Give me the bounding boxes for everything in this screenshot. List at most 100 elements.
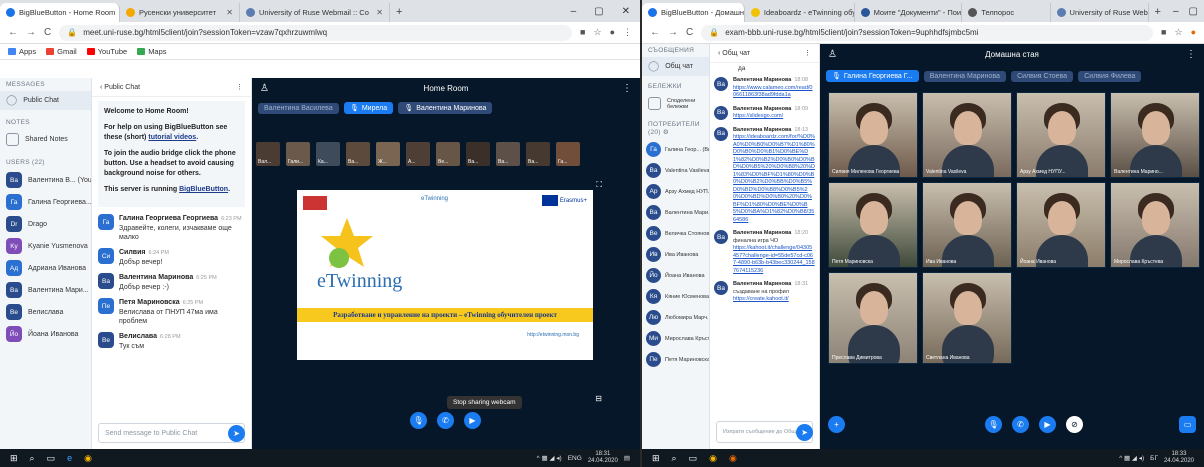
- phone-button[interactable]: ✆: [437, 412, 454, 429]
- webcam-thumbnail[interactable]: Га...: [556, 142, 580, 166]
- task-view-icon[interactable]: ▭: [47, 453, 56, 464]
- chat-input[interactable]: Send message to Public Chat ➤: [98, 423, 245, 443]
- search-icon[interactable]: ⌕: [672, 453, 677, 464]
- user-list-item[interactable]: Ва Валентина Мари...: [642, 202, 709, 223]
- profile-icon[interactable]: ●: [1191, 27, 1196, 38]
- edge-icon[interactable]: e: [67, 453, 72, 463]
- settings-gear-icon[interactable]: ⚙: [663, 129, 669, 136]
- video-tile[interactable]: Светлана Иванова: [922, 272, 1012, 364]
- task-view-icon[interactable]: ▭: [689, 453, 698, 464]
- minimize-presentation-icon[interactable]: ⊟: [595, 394, 602, 403]
- webcam-thumbnail[interactable]: Гали...: [286, 142, 310, 166]
- menu-dots-icon[interactable]: ⋮: [623, 27, 632, 38]
- minimize-icon[interactable]: –: [571, 6, 577, 17]
- reload-icon[interactable]: C: [44, 27, 51, 38]
- send-icon[interactable]: ➤: [796, 424, 813, 441]
- user-list-item[interactable]: Лю Любомира Марч...: [642, 307, 709, 328]
- video-tile[interactable]: Силвия Миленова Георгиева: [828, 92, 918, 178]
- windows-start-icon[interactable]: ⊞: [10, 453, 18, 464]
- microphone-button[interactable]: 🎙: [985, 416, 1002, 433]
- shared-notes-nav[interactable]: Споделени бележки: [642, 93, 709, 114]
- tab-ideaboardz[interactable]: Ideaboardz - eTwinning обучен: [745, 3, 855, 22]
- tutorial-videos-link[interactable]: tutorial videos: [148, 134, 196, 141]
- bigbluebutton-link[interactable]: BigBlueButton: [179, 186, 228, 193]
- forward-arrow-icon[interactable]: →: [26, 27, 36, 38]
- windows-start-icon[interactable]: ⊞: [652, 453, 660, 464]
- user-list-item[interactable]: Ва Valentina Vasileva: [642, 160, 709, 181]
- user-list-item[interactable]: Dr Drago: [0, 213, 91, 235]
- chat-toggle-button[interactable]: ▭: [1179, 416, 1196, 433]
- profile-icon[interactable]: ●: [610, 27, 615, 38]
- back-arrow-icon[interactable]: ←: [650, 27, 660, 38]
- video-tile[interactable]: Мирослава Кръстева: [1110, 182, 1200, 268]
- video-tile[interactable]: Валентина Марино...: [1110, 92, 1200, 178]
- bookmark-youtube[interactable]: YouTube: [86, 47, 127, 56]
- video-tile[interactable]: Петя Мариновска: [828, 182, 918, 268]
- camera-icon[interactable]: ■: [1161, 27, 1166, 38]
- chrome-icon[interactable]: ◉: [709, 453, 717, 464]
- url-field[interactable]: 🔒 meet.uni-ruse.bg/html5client/join?sess…: [59, 24, 573, 41]
- tab-ruse-university[interactable]: Русенски университет ✕: [120, 3, 240, 22]
- chat-options-icon[interactable]: ⋮: [804, 49, 811, 57]
- new-tab-button[interactable]: +: [1149, 3, 1167, 22]
- minimize-icon[interactable]: –: [1173, 6, 1179, 17]
- tab-home-room[interactable]: BigBlueButton - Домашна ✕: [642, 3, 745, 22]
- maximize-icon[interactable]: ▢: [1189, 6, 1198, 17]
- bookmark-apps[interactable]: Apps: [8, 47, 36, 56]
- video-tile[interactable]: Йоана Иванова: [1016, 182, 1106, 268]
- shared-notes-nav[interactable]: Shared Notes: [0, 129, 91, 150]
- forward-arrow-icon[interactable]: →: [668, 27, 678, 38]
- user-list-item[interactable]: Га Галина Георгиева...: [0, 191, 91, 213]
- bookmark-maps[interactable]: Maps: [137, 47, 167, 56]
- fullscreen-icon[interactable]: ⛶: [596, 180, 602, 190]
- user-list-item[interactable]: Кя Кяние Юсменова: [642, 286, 709, 307]
- message-link[interactable]: https://slidesgo.com/: [733, 113, 808, 121]
- public-chat-nav[interactable]: ◯ Public Chat: [0, 91, 91, 110]
- user-list-item[interactable]: Пе Петя Мариновска: [642, 349, 709, 370]
- new-tab-button[interactable]: +: [390, 3, 408, 22]
- video-tile[interactable]: Valentina Vasileva: [922, 92, 1012, 178]
- webcam-thumbnail[interactable]: А...: [406, 142, 430, 166]
- webcam-thumbnail[interactable]: Ва...: [526, 142, 550, 166]
- tab-webmail[interactable]: University of Ruse Webmail :: ку: [1051, 3, 1149, 22]
- webcam-thumbnail[interactable]: Вал...: [256, 142, 280, 166]
- user-list-item[interactable]: Ад Адриана Иванова: [0, 257, 91, 279]
- webcam-thumbnail[interactable]: Ва...: [466, 142, 490, 166]
- send-icon[interactable]: ➤: [228, 425, 245, 442]
- user-list-item[interactable]: Ва Валентина В... (You): [0, 169, 91, 191]
- webcam-button[interactable]: ▶: [464, 412, 481, 429]
- notifications-icon[interactable]: ▤: [624, 454, 630, 462]
- chat-options-icon[interactable]: ⋮: [236, 83, 243, 91]
- user-list-item[interactable]: Ky Kyanie Yusmenova: [0, 235, 91, 257]
- webcam-thumbnail[interactable]: Ка...: [316, 142, 340, 166]
- webcam-thumbnail[interactable]: Ва...: [346, 142, 370, 166]
- user-list-item[interactable]: Га Галина Геор... (Вие): [642, 139, 709, 160]
- tab-documents[interactable]: Моите "Документи" - Поиграни: [855, 3, 963, 22]
- user-list-item[interactable]: Ар Арзу Ахмед НУП...: [642, 181, 709, 202]
- share-screen-button[interactable]: ⊘: [1066, 416, 1083, 433]
- star-icon[interactable]: ☆: [593, 27, 601, 38]
- close-window-icon[interactable]: ✕: [622, 6, 630, 17]
- message-link[interactable]: https://ideaboardz.com/for/%D0%A0%D0%B0%…: [733, 134, 815, 224]
- video-tile[interactable]: Преслава Димитрова: [828, 272, 918, 364]
- maximize-icon[interactable]: ▢: [594, 6, 603, 17]
- chat-input[interactable]: Изпрати съобщение до Общ чат ➤: [716, 421, 813, 443]
- language-indicator[interactable]: БГ: [1150, 455, 1158, 462]
- tab-webmail[interactable]: University of Ruse Webmail :: Co ✕: [240, 3, 390, 22]
- back-arrow-icon[interactable]: ←: [8, 27, 18, 38]
- user-list-item[interactable]: Йо Йоана Иванова: [0, 323, 91, 345]
- video-tile[interactable]: Ива Иванова: [922, 182, 1012, 268]
- star-icon[interactable]: ☆: [1174, 27, 1182, 38]
- tab-telporos[interactable]: Телпорос: [962, 3, 1051, 22]
- webcam-thumbnail[interactable]: Ж...: [376, 142, 400, 166]
- tab-home-room[interactable]: BigBlueButton - Home Room ✕: [0, 3, 120, 22]
- bookmark-gmail[interactable]: Gmail: [46, 47, 77, 56]
- language-indicator[interactable]: ENG: [568, 455, 582, 462]
- message-link[interactable]: https://www.calameo.com/read/006611863f3…: [733, 85, 815, 100]
- chrome-icon[interactable]: ◉: [84, 453, 92, 464]
- user-list-item[interactable]: Йо Йоана Иванова: [642, 265, 709, 286]
- video-tile[interactable]: Арзу Ахмед НУПУ...: [1016, 92, 1106, 178]
- chat-back-button[interactable]: ‹ Общ чат: [718, 50, 750, 57]
- phone-button[interactable]: ✆: [1012, 416, 1029, 433]
- chrome-profile-icon[interactable]: ◉: [729, 453, 737, 464]
